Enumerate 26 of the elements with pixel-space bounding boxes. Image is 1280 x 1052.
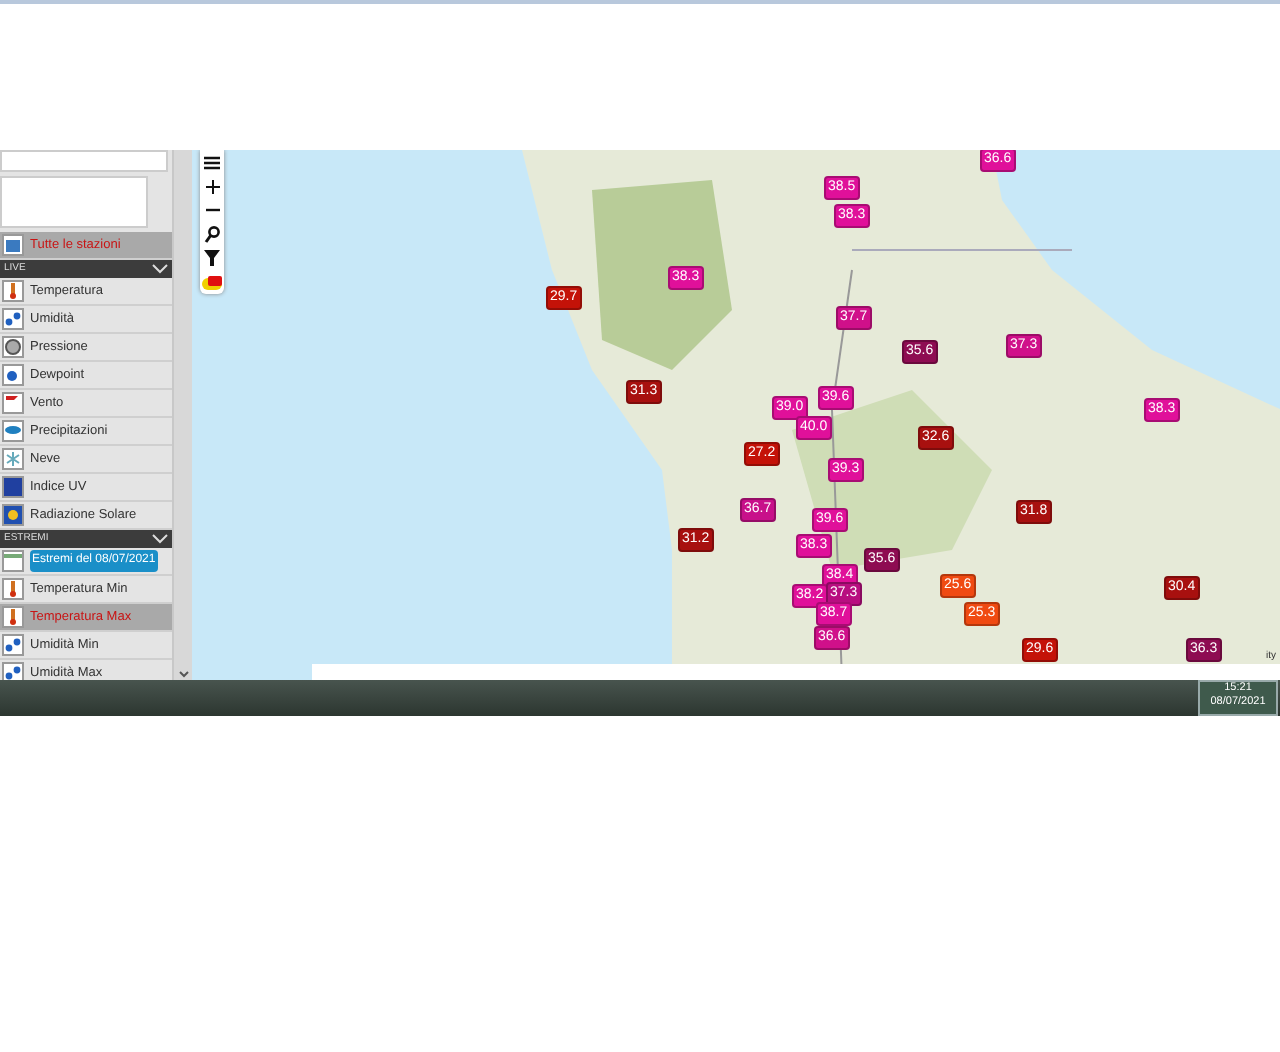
snowflake-icon — [2, 448, 24, 470]
legend-button[interactable] — [200, 270, 224, 294]
windsock-icon — [2, 392, 24, 414]
filter-icon — [204, 250, 220, 266]
minus-icon — [205, 208, 219, 212]
droplets-icon — [2, 308, 24, 330]
scroll-down-icon[interactable] — [177, 670, 189, 680]
droplet-icon — [2, 364, 24, 386]
search-icon — [204, 225, 220, 243]
thermometer-icon — [2, 578, 24, 600]
chevron-icon[interactable] — [152, 264, 168, 274]
zoom-in-button[interactable] — [200, 174, 224, 198]
gauge-icon — [2, 336, 24, 358]
sun-icon — [2, 504, 24, 526]
thermometer-icon — [2, 606, 24, 628]
chevron-icon[interactable] — [152, 534, 168, 544]
plus-icon — [205, 179, 219, 193]
filter-button[interactable] — [200, 246, 224, 270]
thermometer-icon — [2, 280, 24, 302]
calendar-icon — [2, 550, 24, 572]
menu-icon — [204, 155, 220, 169]
droplets-icon — [2, 662, 24, 680]
search-button[interactable] — [200, 222, 224, 246]
legend-icon — [202, 275, 222, 289]
droplets-icon — [2, 634, 24, 656]
search-field[interactable] — [0, 150, 168, 172]
